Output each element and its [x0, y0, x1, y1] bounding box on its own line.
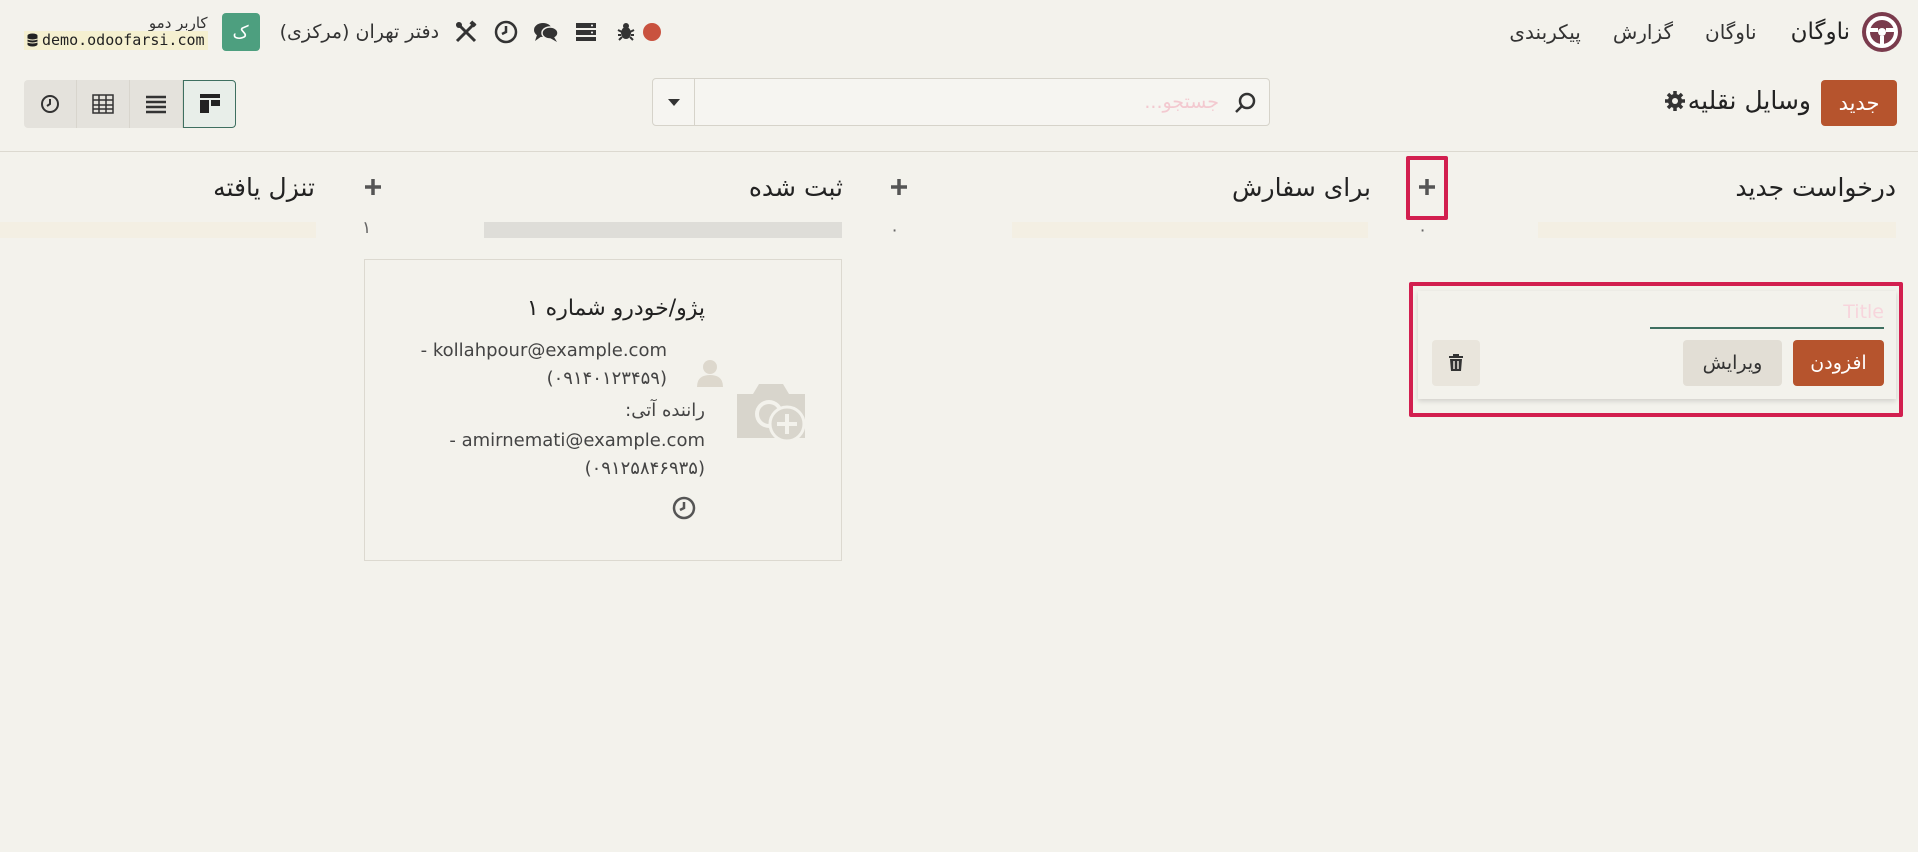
company-switcher[interactable]: دفتر تهران (مرکزی) — [280, 21, 440, 43]
pivot-view-button[interactable] — [77, 80, 130, 128]
card-title: پژو/خودرو شماره ۱ — [526, 296, 705, 321]
menu-reporting[interactable]: گزارش — [1613, 20, 1673, 44]
column-count: ۰ — [1418, 220, 1428, 240]
column-progress-bar — [0, 222, 316, 238]
plus-icon[interactable] — [362, 176, 384, 198]
column-progress-bar — [1538, 222, 1896, 238]
app-name[interactable]: ناوگان — [1791, 19, 1850, 45]
user-name: کاربر دمو — [148, 13, 208, 32]
database-name: demo.odoofarsi.com — [42, 31, 205, 49]
column-title-new-request: درخواست جدید — [1735, 173, 1896, 202]
column-count: ۰ — [890, 220, 900, 240]
database-label: demo.odoofarsi.com — [24, 31, 208, 50]
top-navbar: ناوگان ناوگان گزارش پیکربندی دفتر تهران … — [0, 0, 1918, 64]
activity-view-button[interactable] — [24, 80, 77, 128]
view-switcher — [24, 80, 237, 128]
clock-icon[interactable] — [493, 19, 519, 45]
fleet-app-icon[interactable] — [1862, 12, 1902, 52]
future-driver-email: amirnemati@example.com - — [449, 430, 705, 451]
camera-add-icon[interactable] — [733, 378, 809, 446]
future-driver-label: راننده آتی: — [625, 400, 705, 421]
avatar[interactable]: ک — [221, 13, 260, 51]
list-icon — [146, 95, 166, 114]
page-title: وسایل نقلیه — [1687, 86, 1811, 115]
chat-icon[interactable] — [533, 19, 559, 45]
clock-icon — [41, 95, 59, 113]
quick-create-highlight — [1409, 282, 1903, 417]
table-icon — [92, 94, 114, 114]
plus-icon[interactable] — [888, 176, 910, 198]
column-progress-bar — [484, 222, 842, 238]
column-progress-bar — [1012, 222, 1368, 238]
tools-icon[interactable] — [453, 19, 479, 45]
activity-clock-icon[interactable] — [672, 496, 696, 520]
column-title-registered: ثبت شده — [748, 173, 843, 202]
kanban-view-button[interactable] — [183, 80, 236, 128]
driver-phone: (۰۹۱۴۰۱۲۳۴۵۹) — [546, 368, 667, 389]
user-icon — [695, 358, 725, 388]
new-button[interactable]: جدید — [1821, 80, 1897, 126]
list-view-button[interactable] — [130, 80, 183, 128]
search-options-toggle[interactable] — [653, 79, 695, 125]
menu-configuration[interactable]: پیکربندی — [1509, 20, 1580, 44]
main-menu: ناوگان ناوگان گزارش پیکربندی — [1477, 12, 1902, 52]
search-input[interactable] — [699, 79, 1219, 125]
search-icon — [1235, 92, 1256, 113]
caret-down-icon — [667, 98, 680, 106]
kanban-icon — [199, 94, 220, 113]
column-add-highlight — [1406, 156, 1448, 220]
systray: دفتر تهران (مرکزی) ک کاربر دمو demo.odoo… — [24, 13, 662, 51]
user-menu[interactable]: کاربر دمو demo.odoofarsi.com — [24, 13, 208, 50]
vehicle-card[interactable]: پژو/خودرو شماره ۱ kollahpour@example.com… — [364, 259, 842, 561]
column-title-to-order: برای سفارش — [1231, 173, 1371, 202]
search-bar — [652, 78, 1270, 126]
driver-email: kollahpour@example.com - — [420, 340, 667, 361]
database-icon — [27, 33, 38, 47]
server-icon[interactable] — [573, 19, 599, 45]
record-icon[interactable] — [643, 23, 662, 41]
bug-icon[interactable] — [613, 19, 639, 45]
column-title-downgraded: تنزل یافته — [213, 173, 315, 202]
gear-icon[interactable] — [1664, 90, 1686, 112]
column-count: ۱ — [362, 218, 372, 238]
control-panel: جدید وسایل نقلیه — [0, 72, 1918, 152]
future-driver-phone: (۰۹۱۲۵۸۴۶۹۳۵) — [584, 458, 705, 479]
menu-fleet[interactable]: ناوگان — [1705, 20, 1757, 44]
steering-wheel-icon — [1866, 16, 1898, 48]
